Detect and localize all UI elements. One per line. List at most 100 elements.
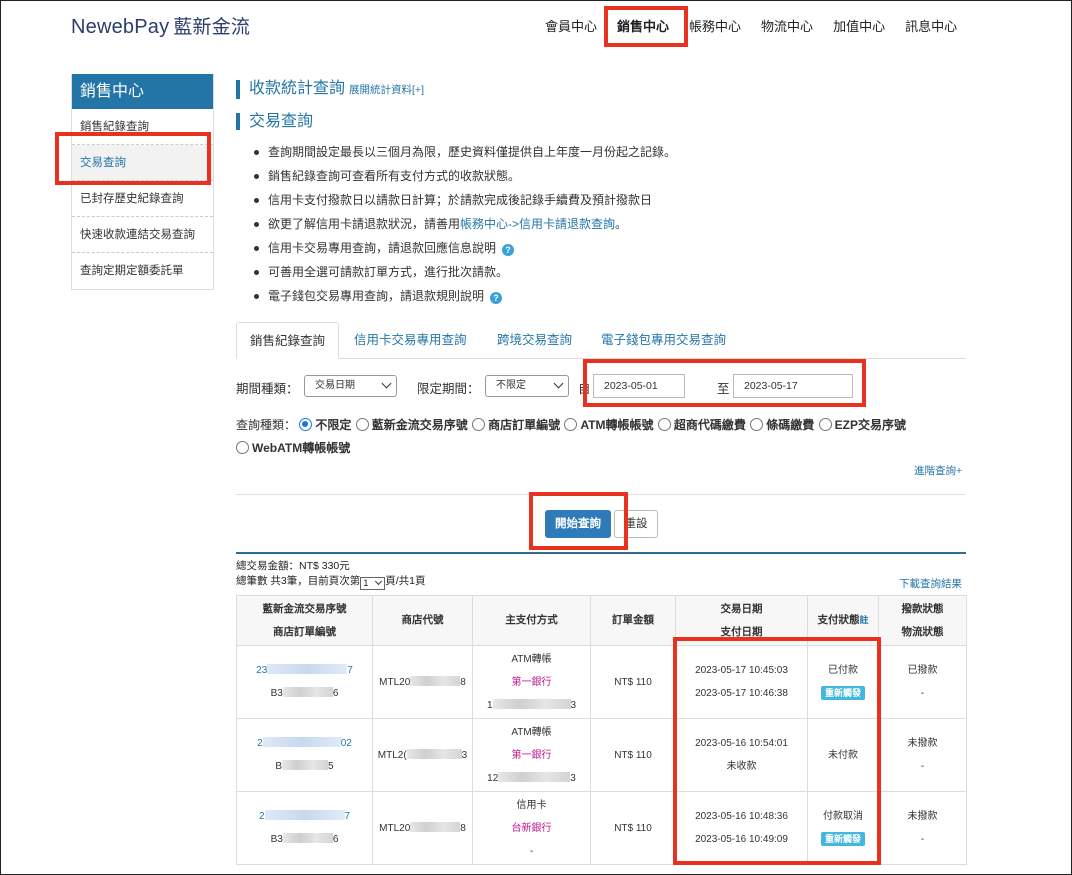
redacted (410, 821, 461, 832)
header-text: 藍新金流交易序號 (262, 602, 347, 615)
nav-message-center[interactable]: 訊息中心 (905, 19, 957, 35)
nav-member-center[interactable]: 會員中心 (545, 19, 597, 35)
order-text: 6 (332, 688, 339, 699)
radio-ezp-serial[interactable]: EZP交易序號 (818, 414, 906, 437)
radio-dot[interactable] (355, 418, 369, 431)
info-text: 電子錢包交易專用查詢，請退款規則說明 (268, 289, 485, 303)
radio-dot[interactable] (564, 418, 578, 431)
sidebar-item-sales-records[interactable]: 銷售紀錄查詢 (72, 109, 213, 145)
tab-sales-records[interactable]: 銷售紀錄查詢 (236, 322, 339, 359)
query-type-group: 查詢種類： 不限定 藍新金流交易序號 商店訂單編號 ATM轉帳帳號 超商代碼繳費… (236, 414, 976, 460)
page-select[interactable]: 1 (360, 577, 386, 590)
acct-text: 3 (570, 699, 577, 711)
page-value: 1 (363, 578, 369, 589)
cell-serial: 2 7 B3 6 (236, 791, 373, 865)
date-from-input[interactable]: 2023-05-01 (593, 374, 685, 398)
cell-dates: 2023-05-16 10:48:36 2023-05-16 10:49:09 (675, 791, 808, 865)
section-title-transaction-text: 交易查詢 (249, 113, 314, 130)
cell-payout: 已撥款 - (878, 645, 967, 719)
tx-date: 2023-05-17 10:45:03 (695, 665, 788, 676)
reset-button[interactable]: 重設 (614, 510, 658, 538)
radio-dot[interactable] (299, 418, 313, 431)
radio-dot[interactable] (472, 418, 486, 431)
pay-date: 未收款 (726, 761, 757, 772)
store-text: MTL20 (379, 822, 411, 834)
nav-account-center[interactable]: 帳務中心 (689, 19, 741, 35)
radio-dot[interactable] (750, 418, 764, 431)
date-to-input[interactable]: 2023-05-17 (733, 374, 853, 398)
expand-stats-link[interactable]: 展開統計資料[+] (349, 84, 424, 96)
cell-pay-status: 付款取消 重新觸發 (807, 791, 879, 865)
radio-webatm-account[interactable]: WebATM轉帳帳號 (236, 437, 350, 460)
cell-method: ATM轉帳 第一銀行 1 3 (472, 645, 591, 719)
cell-method: 信用卡 台新銀行 - (472, 791, 591, 865)
top-nav: 會員中心 銷售中心 帳務中心 物流中心 加值中心 訊息中心 (545, 19, 977, 35)
section-title-transaction: 交易查詢 (236, 113, 313, 130)
acct-text: 12 (487, 772, 499, 784)
info-item: 信用卡交易專用查詢，請退款回應信息說明? (252, 236, 972, 260)
radio-dot[interactable] (657, 418, 671, 431)
chevron-down-icon (375, 577, 383, 586)
limit-period-select[interactable]: 不限定 (485, 375, 569, 397)
sidebar-item-quick-link-query[interactable]: 快速收款連結交易查詢 (72, 217, 213, 253)
radio-atm-account[interactable]: ATM轉帳帳號 (564, 414, 654, 437)
tx-date: 2023-05-16 10:54:01 (695, 738, 788, 749)
method-text: ATM轉帳 (511, 653, 552, 665)
radio-barcode[interactable]: 條碼繳費 (750, 414, 814, 437)
radio-order-number[interactable]: 商店訂單編號 (472, 414, 560, 437)
sidebar-item-recurring-query[interactable]: 查詢定期定額委託單 (72, 253, 213, 289)
period-type-select[interactable]: 交易日期 (304, 375, 397, 397)
brand-name-cn: 藍新金流 (173, 17, 251, 38)
tx-date: 2023-05-16 10:48:36 (695, 811, 788, 822)
tab-e-wallet[interactable]: 電子錢包專用交易查詢 (601, 322, 726, 359)
nav-value-added-center[interactable]: 加值中心 (833, 19, 885, 35)
note-link[interactable]: 註 (859, 615, 868, 625)
cell-store-id: MTL20 8 (372, 791, 473, 865)
radio-newebpay-serial[interactable]: 藍新金流交易序號 (355, 414, 468, 437)
resend-button[interactable]: 重新觸發 (820, 832, 865, 846)
sidebar-item-archived-history[interactable]: 已封存歷史紀錄查詢 (72, 181, 213, 217)
cell-pay-status: 已付款 重新觸發 (807, 645, 879, 719)
cell-dates: 2023-05-16 10:54:01 未收款 (675, 718, 808, 792)
cell-payout: 未撥款 - (878, 718, 967, 792)
nav-logistics-center[interactable]: 物流中心 (761, 19, 813, 35)
tab-credit-card[interactable]: 信用卡交易專用查詢 (354, 322, 467, 359)
search-button[interactable]: 開始查詢 (545, 510, 611, 538)
credit-refund-query-link[interactable]: 帳務中心->信用卡請退款查詢 (460, 217, 615, 231)
serial-text: 7 (347, 665, 353, 676)
col-header-payout: 撥款狀態 物流狀態 (878, 595, 967, 646)
advanced-query-link[interactable]: 進階查詢+ (914, 463, 962, 478)
method-text: 信用卡 (516, 799, 547, 811)
info-text: 欲更了解信用卡請退款狀況，請善用 (268, 217, 461, 231)
results-divider (236, 552, 966, 554)
help-icon[interactable]: ? (502, 244, 515, 256)
resend-button[interactable]: 重新觸發 (820, 686, 865, 700)
help-icon[interactable]: ? (490, 292, 503, 304)
tab-cross-border[interactable]: 跨境交易查詢 (497, 322, 572, 359)
method-text: ATM轉帳 (511, 726, 552, 738)
radio-dot[interactable] (236, 441, 249, 454)
redacted (498, 771, 571, 782)
header-text: 物流狀態 (901, 625, 944, 638)
redacted (282, 687, 333, 697)
sidebar-item-transaction-query[interactable]: 交易查詢 (72, 145, 213, 181)
nav-sales-center[interactable]: 銷售中心 (617, 19, 669, 35)
serial-link[interactable]: 27 (259, 810, 350, 822)
radio-unlimited[interactable]: 不限定 (299, 414, 351, 437)
serial-link[interactable]: 23 7 (256, 664, 353, 676)
section-title-stats-text: 收款統計查詢 (249, 80, 346, 97)
radio-dot[interactable] (818, 418, 832, 431)
info-item: 銷售紀錄查詢可查看所有支付方式的收款狀態。 (252, 164, 972, 188)
radio-label: 商店訂單編號 (488, 418, 561, 432)
download-results-link[interactable]: 下載查詢結果 (899, 576, 962, 591)
store-text: 8 (460, 676, 466, 688)
radio-label: 條碼繳費 (766, 418, 815, 432)
table-row: 2 7 B3 6 MTL20 8 信用卡 台新銀行 - NT$ 110 2023-05-16… (236, 791, 967, 865)
store-text: MTL20 (379, 676, 411, 688)
cell-serial: 2 02 B 5 (236, 718, 373, 792)
radio-cvs-code[interactable]: 超商代碼繳費 (657, 414, 746, 437)
order-text: B3 (270, 688, 283, 699)
serial-link[interactable]: 2 02 (257, 737, 352, 749)
brand-logo[interactable]: NewebPay 藍新金流 (71, 12, 250, 39)
bank-text: 第一銀行 (511, 676, 552, 688)
